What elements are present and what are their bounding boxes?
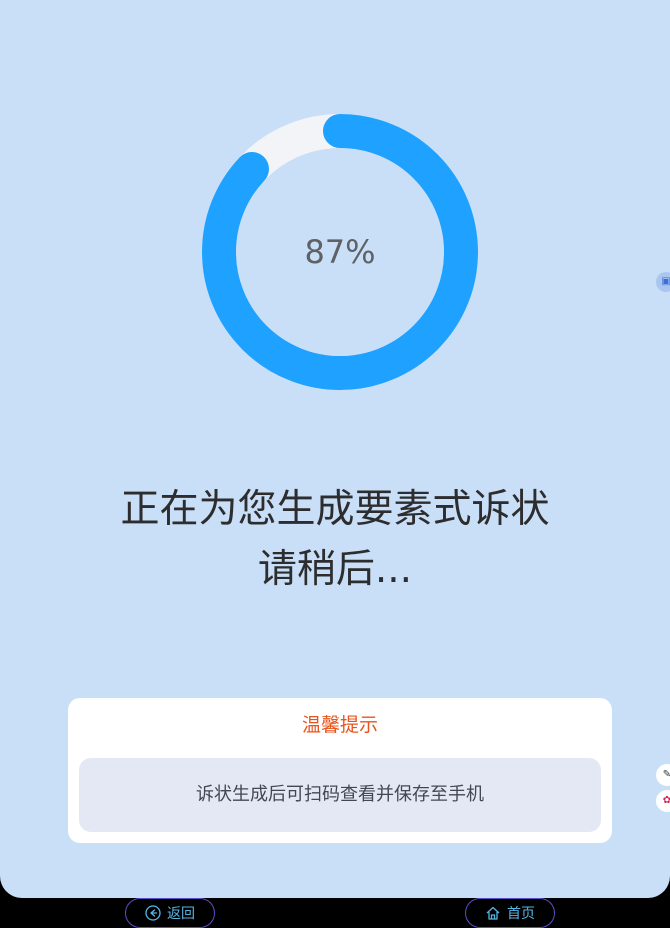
tip-title: 温馨提示 xyxy=(301,714,378,736)
home-button-label: 首页 xyxy=(507,906,535,922)
status-message-line1: 正在为您生成要素式诉状 xyxy=(120,487,550,532)
tip-message: 诉状生成后可扫码查看并保存至手机 xyxy=(196,784,484,805)
home-button[interactable]: 首页 xyxy=(465,898,555,928)
arrow-left-circle-icon xyxy=(145,905,161,921)
back-button-label: 返回 xyxy=(167,906,195,922)
status-message-line2: 请稍后... xyxy=(257,547,413,592)
progress-percent-label: 87% xyxy=(304,233,376,271)
side-float-icon[interactable]: ▣ xyxy=(656,272,670,292)
tip-card: 温馨提示 诉状生成后可扫码查看并保存至手机 xyxy=(68,698,612,843)
bottom-nav-bar: 返回 首页 xyxy=(0,898,670,928)
progress-ring: 87% xyxy=(200,112,480,392)
tip-message-box: 诉状生成后可扫码查看并保存至手机 xyxy=(79,758,601,832)
back-button[interactable]: 返回 xyxy=(125,898,215,928)
main-screen: 87% 正在为您生成要素式诉状 请稍后... 温馨提示 诉状生成后可扫码查看并保… xyxy=(0,0,670,898)
home-icon xyxy=(486,906,500,920)
